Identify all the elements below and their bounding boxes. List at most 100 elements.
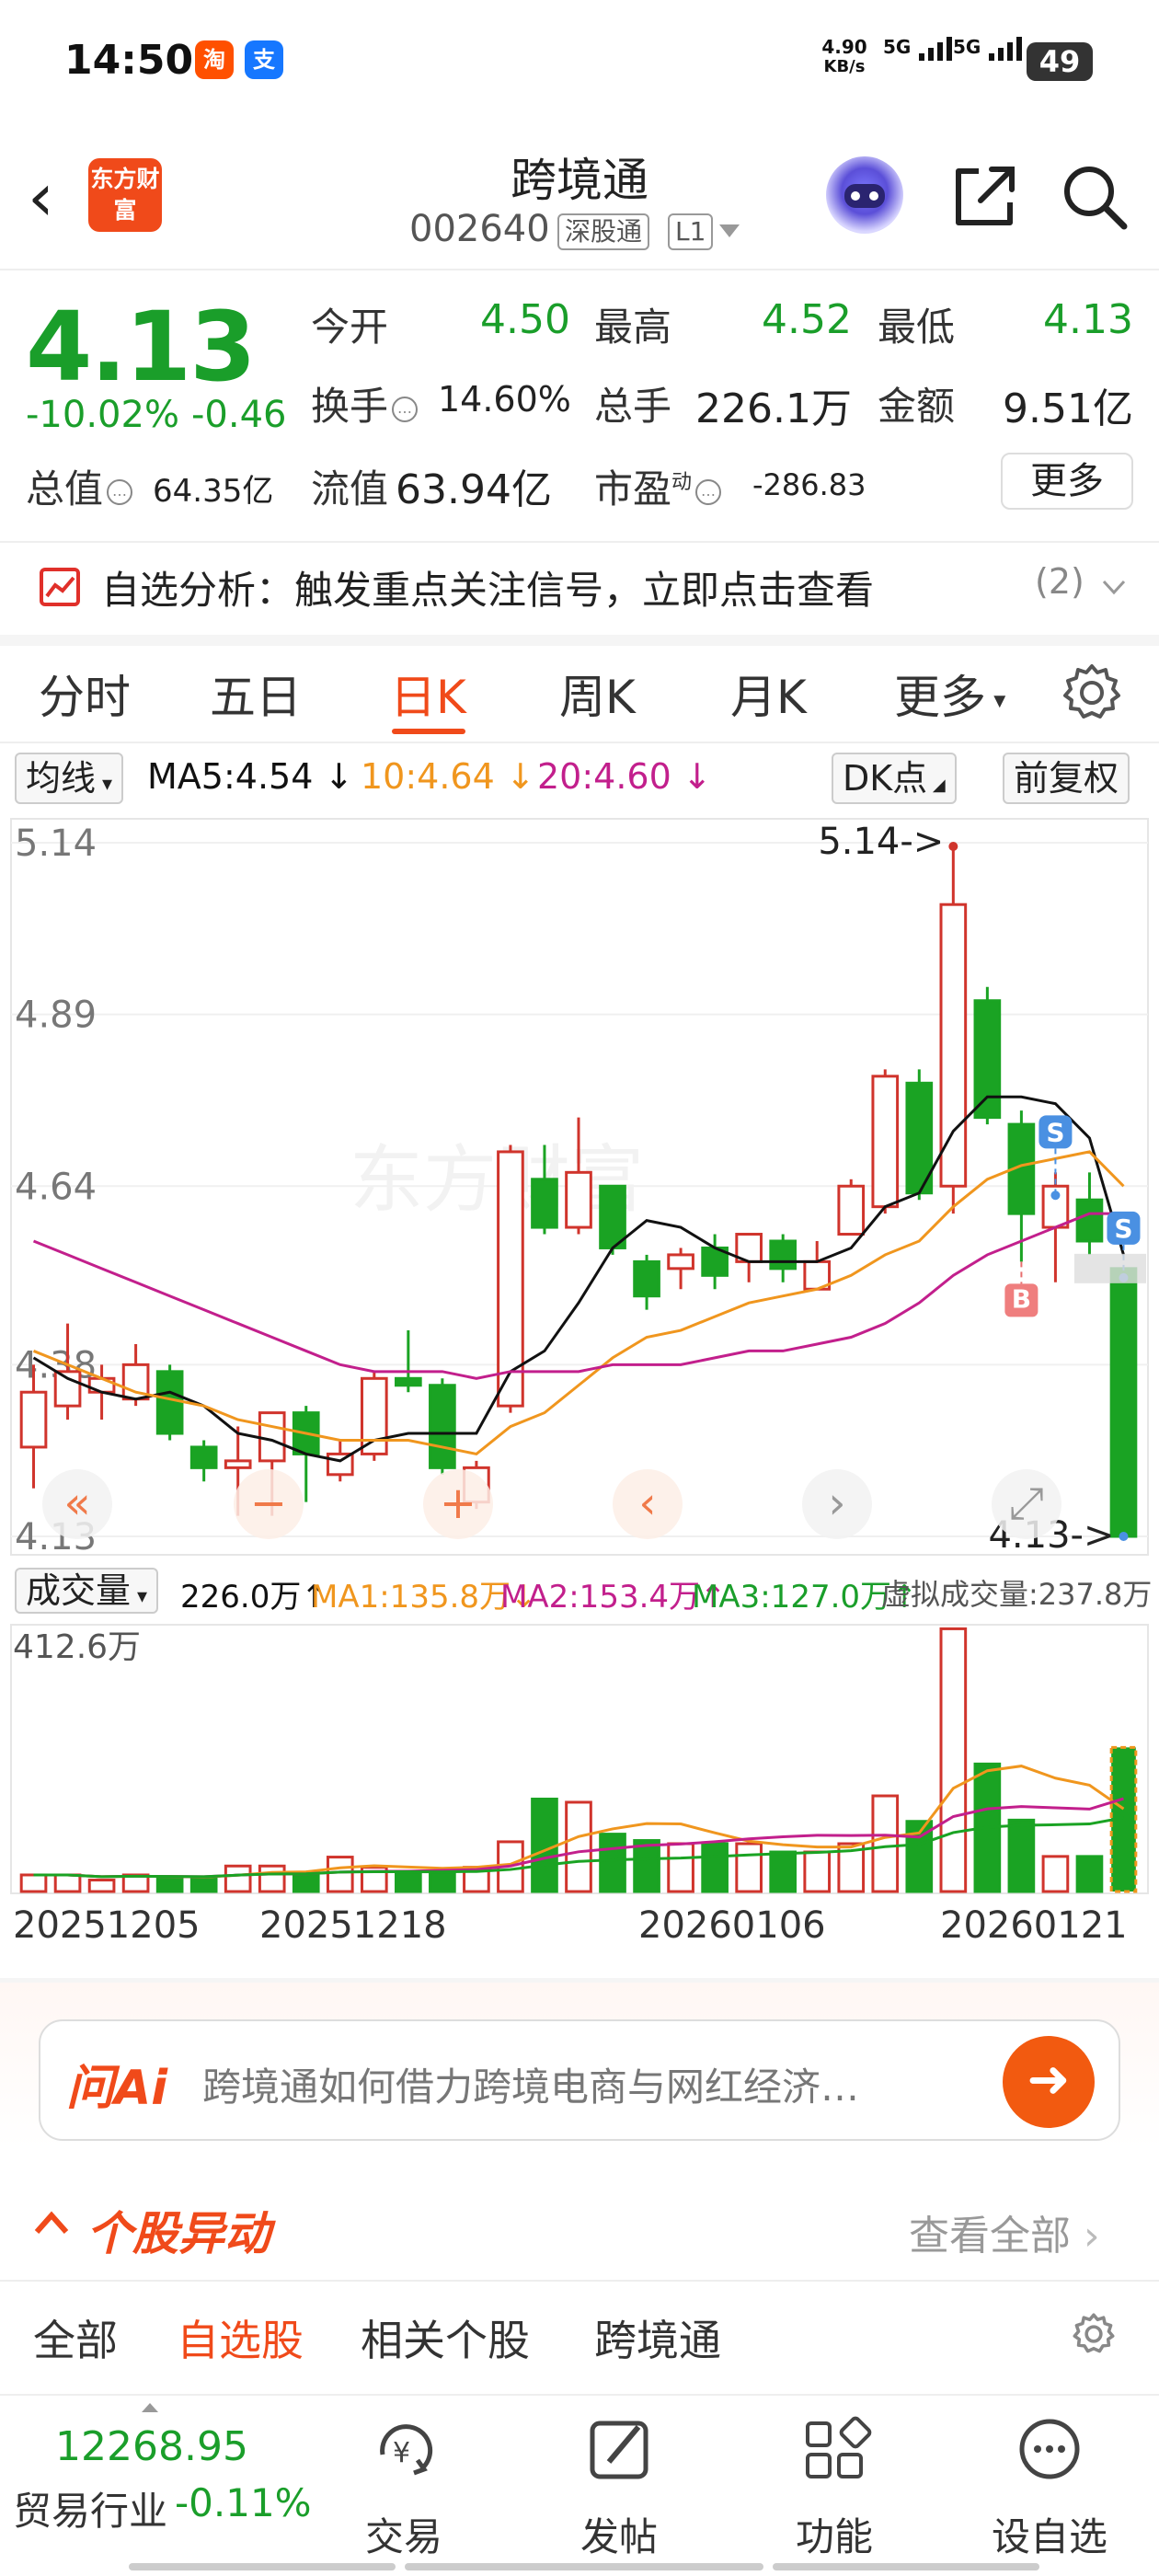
subtab-watchlist[interactable]: 自选股 xyxy=(177,2307,304,2368)
price-tag xyxy=(1074,1253,1146,1283)
zoom-in-icon[interactable]: + xyxy=(423,1469,493,1539)
date-label: 20260106 xyxy=(638,1904,826,1947)
view-all-link[interactable]: 查看全部 › xyxy=(909,2202,1100,2261)
volume-bar xyxy=(769,1850,798,1893)
share-icon[interactable] xyxy=(947,160,1021,234)
info-icon: … xyxy=(392,396,419,422)
candle-body xyxy=(1109,1267,1138,1538)
volume-bar xyxy=(1075,1855,1104,1893)
industry-name[interactable]: 贸易行业 xyxy=(13,2480,167,2536)
candle-body xyxy=(19,1390,48,1449)
sell-signal-label: S xyxy=(1046,1117,1064,1147)
volume-bar xyxy=(292,1870,320,1893)
tab-intraday[interactable]: 分时 xyxy=(39,661,131,727)
volume-legend-row: 成交量 ▾ 226.0万↑ MA1:135.8万↓ MA2:153.4万↑ MA… xyxy=(0,1564,1159,1619)
candlestick-chart[interactable]: 东方财富 5.144.894.644.384.13 BSS 5.14->4.13… xyxy=(0,810,1159,1564)
candle-body xyxy=(155,1370,184,1435)
svg-text:+: + xyxy=(440,1478,476,1529)
volume-bar xyxy=(258,1864,286,1893)
candle-body xyxy=(769,1239,798,1271)
status-time: 14:50 xyxy=(64,37,194,84)
volume-bar xyxy=(1041,1855,1070,1893)
period-tabs: 分时 五日 日K 周K 月K 更多 ▾ xyxy=(0,640,1159,742)
system-gesture-bar xyxy=(129,2563,396,2570)
search-icon[interactable] xyxy=(1058,160,1131,234)
dk-point-select[interactable]: DK点 ◢ xyxy=(832,753,957,804)
zoom-out-icon[interactable]: − xyxy=(234,1469,304,1539)
tab-five-day[interactable]: 五日 xyxy=(210,661,302,727)
scroll-left-fast-icon[interactable]: « xyxy=(42,1469,112,1539)
last-price: 4.13 xyxy=(26,291,257,403)
volume-bar xyxy=(667,1842,694,1893)
tabs-divider xyxy=(0,742,1159,743)
ai-robot-icon[interactable] xyxy=(826,156,903,234)
subtab-stock[interactable]: 跨境通 xyxy=(594,2307,721,2368)
price-tick-label: 4.89 xyxy=(15,995,97,1037)
subtab-related[interactable]: 相关个股 xyxy=(361,2307,530,2368)
triangle-down-icon[interactable] xyxy=(717,223,741,241)
low-dot xyxy=(1119,1532,1129,1541)
volume-bar xyxy=(155,1876,184,1893)
date-label: 20260121 xyxy=(940,1904,1128,1947)
scroll-right-icon[interactable]: › xyxy=(802,1469,872,1539)
tab-daily-k[interactable]: 日K xyxy=(390,661,466,727)
info-icon: … xyxy=(695,478,722,505)
active-tab-underline xyxy=(392,729,465,734)
ai-question-text: 跨境通如何借力跨境电商与网红经济… xyxy=(202,2064,860,2110)
watchlist-alert[interactable]: 自选分析：触发重点关注信号，立即点击查看 (2) xyxy=(0,543,1159,631)
ai-question-box[interactable]: 问Ai 跨境通如何借力跨境电商与网红经济… ➜ xyxy=(39,2019,1120,2141)
more-dots-icon xyxy=(1019,2419,1080,2479)
buy-signal-label: B xyxy=(1012,1283,1031,1314)
indicator-select[interactable]: 均线 ▾ xyxy=(15,753,124,804)
candle-body xyxy=(360,1376,388,1455)
date-label: 20251218 xyxy=(259,1904,447,1947)
caret-up-icon xyxy=(142,2403,158,2412)
taobao-app-icon: 淘 xyxy=(195,40,234,79)
chevron-up-icon[interactable] xyxy=(33,2210,70,2236)
nav-add-watchlist[interactable]: 设自选 xyxy=(981,2414,1119,2559)
fullscreen-icon[interactable]: ⤢ xyxy=(992,1469,1061,1539)
nav-post[interactable]: 发帖 xyxy=(550,2414,688,2559)
volume-bar xyxy=(326,1856,354,1893)
tab-more[interactable]: 更多 ▾ xyxy=(894,661,1005,727)
candle-body xyxy=(565,1170,592,1229)
subtab-all[interactable]: 全部 xyxy=(33,2307,118,2368)
signal-1: 5G xyxy=(883,37,954,61)
more-button[interactable]: 更多 xyxy=(1001,453,1133,510)
volume-chart[interactable]: 412.6万 xyxy=(0,1619,1159,1904)
candle-body xyxy=(531,1178,558,1229)
chevron-down-icon xyxy=(1102,580,1126,595)
ma10-label: 10:4.64 ↓ xyxy=(361,756,535,797)
nav-functions[interactable]: 功能 xyxy=(765,2414,903,2559)
scroll-left-icon[interactable]: ‹ xyxy=(613,1469,683,1539)
settings-gear-icon[interactable] xyxy=(1060,661,1124,725)
volume-bar xyxy=(701,1842,729,1893)
candle-body xyxy=(939,903,968,1188)
candle-body xyxy=(599,1184,626,1249)
chart-trend-icon xyxy=(40,568,80,606)
low-label: 最低 xyxy=(878,305,956,350)
svg-text:«: « xyxy=(63,1478,90,1529)
bottom-navbar: 12268.95 贸易行业 -0.11% ¥ 交易 发帖 功能 设自选 xyxy=(0,2394,1159,2576)
volume-bar xyxy=(429,1870,456,1893)
system-gesture-bar xyxy=(405,2563,763,2570)
tab-monthly-k[interactable]: 月K xyxy=(730,661,807,727)
volume-indicator-select[interactable]: 成交量 ▾ xyxy=(15,1568,159,1614)
industry-change[interactable]: -0.11% xyxy=(175,2480,312,2525)
candle-body xyxy=(429,1384,456,1469)
battery-indicator: 49 xyxy=(1027,42,1093,81)
mktcap-label: 总值… xyxy=(26,458,136,514)
industry-index-value[interactable]: 12268.95 xyxy=(55,2423,248,2470)
signal-bars-icon xyxy=(919,37,953,61)
ma20-label: 20:4.60 ↓ xyxy=(537,756,712,797)
nav-trade[interactable]: ¥ 交易 xyxy=(335,2414,473,2559)
trade-yen-icon: ¥ xyxy=(380,2424,433,2476)
arrow-right-icon[interactable]: ➜ xyxy=(1003,2036,1095,2128)
system-gesture-bar xyxy=(773,2563,1039,2570)
tab-weekly-k[interactable]: 周K xyxy=(559,661,636,727)
movement-tabs: 全部 自选股 相关个股 跨境通 xyxy=(0,2282,1159,2383)
volume-bar xyxy=(1007,1818,1036,1893)
settings-gear-icon[interactable] xyxy=(1071,2311,1117,2357)
adjust-select[interactable]: 前复权 xyxy=(1003,753,1130,804)
price-tick-label: 4.64 xyxy=(15,1166,97,1208)
